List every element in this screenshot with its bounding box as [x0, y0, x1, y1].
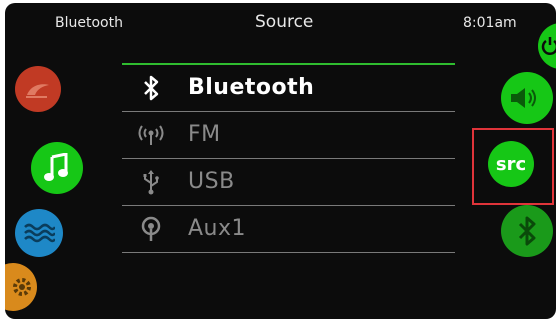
music-note-icon	[44, 153, 68, 181]
source-label: USB	[188, 169, 235, 194]
settings-button[interactable]	[5, 263, 37, 311]
bluetooth-icon	[518, 216, 536, 246]
volume-button[interactable]	[501, 72, 553, 124]
gear-icon	[13, 278, 31, 296]
jets-icon	[26, 84, 49, 98]
power-icon	[541, 37, 556, 55]
status-source-name: Bluetooth	[55, 15, 123, 31]
source-item-fm[interactable]: FM	[122, 112, 455, 159]
usb-icon	[136, 169, 166, 195]
aux-icon	[136, 216, 166, 242]
source-item-usb[interactable]: USB	[122, 159, 455, 206]
page-title: Source	[255, 12, 314, 32]
bluetooth-icon	[136, 75, 166, 101]
source-label: Aux1	[188, 216, 247, 241]
source-item-bluetooth[interactable]: Bluetooth	[122, 65, 455, 112]
source-list: Bluetooth FM USB Aux1	[122, 63, 455, 253]
music-button[interactable]	[31, 142, 83, 194]
status-bar: Bluetooth Source 8:01am	[5, 3, 556, 43]
source-label: Bluetooth	[188, 75, 315, 100]
jets-button[interactable]	[15, 66, 61, 112]
status-clock: 8:01am	[463, 15, 517, 31]
source-item-aux[interactable]: Aux1	[122, 206, 455, 253]
water-button[interactable]	[15, 209, 63, 257]
fm-antenna-icon	[136, 122, 166, 148]
bluetooth-button[interactable]	[501, 205, 553, 257]
source-label: FM	[188, 122, 221, 147]
speaker-icon	[511, 88, 536, 108]
water-waves-icon	[24, 223, 55, 243]
src-button[interactable]: src	[488, 141, 534, 187]
